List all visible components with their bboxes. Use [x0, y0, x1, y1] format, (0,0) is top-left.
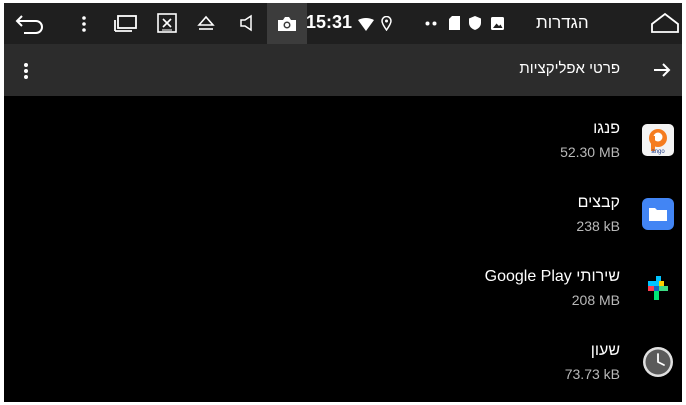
status-time: 15:31: [306, 12, 353, 32]
eject-icon[interactable]: [195, 13, 217, 33]
app-name: פנגו: [593, 120, 620, 137]
app-size: 208 MB: [571, 292, 620, 308]
window-icon[interactable]: [113, 13, 139, 33]
app-name: קבצים: [577, 194, 620, 211]
app-name: שירותי Google Play: [484, 268, 620, 285]
close-box-icon[interactable]: [156, 12, 178, 34]
page-title: פרטי אפליקציות: [519, 60, 620, 77]
files-icon: [642, 198, 674, 230]
pango-icon: ango: [642, 124, 674, 156]
app-size: 52.30 MB: [560, 144, 620, 160]
list-item-clock[interactable]: שעון 73.73 kB: [4, 342, 682, 402]
more-vert-icon[interactable]: [80, 14, 88, 34]
wifi-icon: [358, 17, 374, 31]
camera-icon[interactable]: [276, 14, 298, 34]
volume-icon[interactable]: [238, 13, 256, 33]
svg-text:ango: ango: [651, 149, 665, 155]
list-item-files[interactable]: קבצים 238 kB: [4, 194, 682, 268]
shield-icon: [469, 15, 481, 31]
status-bar: 15:31 הגדרות: [4, 3, 682, 44]
back-arrow-icon[interactable]: [652, 61, 672, 79]
list-item-pango[interactable]: פנגו 52.30 MB ango: [4, 120, 682, 194]
location-icon: [380, 15, 392, 31]
clock-icon: [642, 346, 674, 378]
back-icon[interactable]: [14, 11, 46, 35]
app-bar: פרטי אפליקציות: [4, 44, 682, 96]
image-icon: [490, 16, 504, 30]
app-size: 73.73 kB: [564, 366, 620, 382]
screen: 15:31 הגדרות פרטי אפליקציות פנגו 52.30 M…: [4, 3, 682, 402]
sd-card-icon: [448, 15, 460, 31]
app-size: 238 kB: [576, 218, 620, 234]
dots-icon: [424, 19, 438, 27]
list-item-google-play-services[interactable]: שירותי Google Play 208 MB: [4, 268, 682, 342]
app-name: שעון: [590, 342, 620, 359]
google-play-services-icon: [642, 272, 674, 304]
overflow-menu-icon[interactable]: [22, 61, 30, 81]
home-icon[interactable]: [650, 12, 680, 34]
status-bar-title: הגדרות: [536, 13, 589, 32]
